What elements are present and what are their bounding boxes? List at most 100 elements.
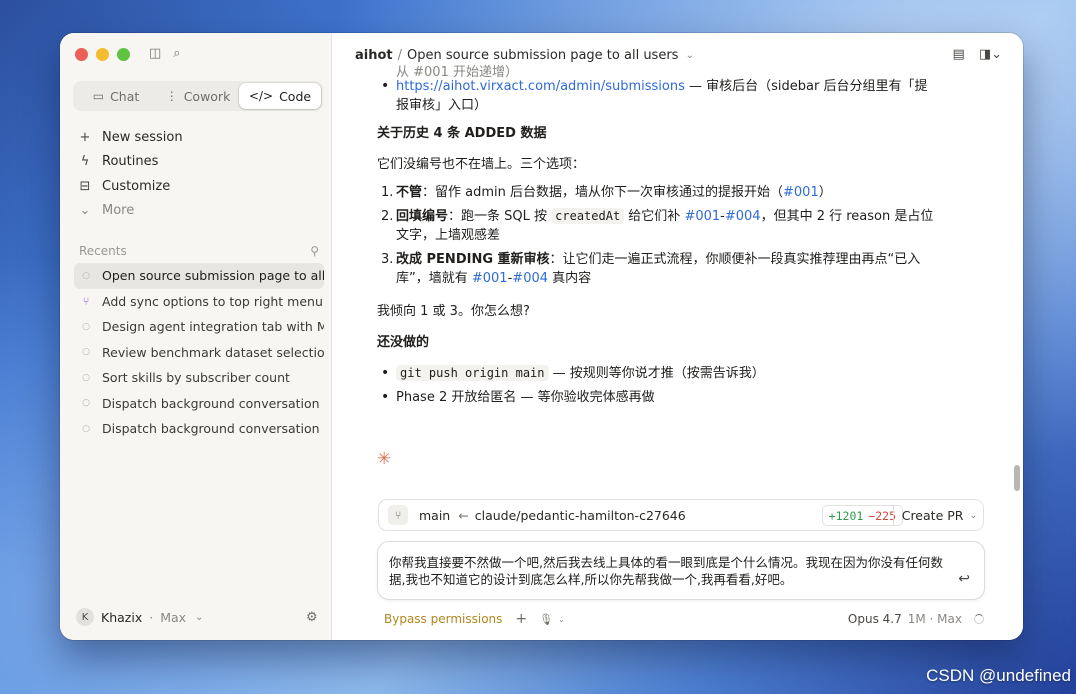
recent-item[interactable]: ○ Dispatch background conversation [74, 391, 324, 417]
topbar-actions: ▤ ◨⌄ [953, 47, 1002, 62]
main-panel: aihot / Open source submission page to a… [332, 33, 1023, 640]
branch-status-bar: ⑂ main ← claude/pedantic-hamilton-c27646… [378, 499, 984, 531]
create-pr-button[interactable]: Create PR ⌄ [892, 505, 977, 526]
briefcase-icon: ⊟ [79, 178, 91, 194]
plus-icon[interactable]: + [515, 611, 527, 627]
section-heading: 还没做的 [377, 335, 430, 350]
list-item-text: — 按规则等你说才推（按需告诉我） [548, 366, 765, 381]
microphone-icon[interactable]: 🎙 [539, 613, 553, 626]
issue-link[interactable]: #001 [684, 209, 720, 224]
paragraph: 它们没编号也不在墙上。三个选项： [377, 157, 586, 172]
sidebar-item-new-session[interactable]: + New session [78, 125, 318, 150]
dot-icon: ○ [82, 347, 90, 358]
recent-item-label: Review benchmark dataset selection [102, 344, 324, 360]
app-window: ◫ ⌕ ▭ Chat ⋮ Cowork </> Code + New sessi… [60, 33, 1023, 640]
recent-item[interactable]: ○ Open source submission page to all use… [74, 263, 324, 289]
assistant-message: 从 #001 开始递增） https://aihot.virxact.com/a… [377, 65, 937, 407]
search-icon[interactable]: ⌕ [173, 46, 180, 61]
option-title: 改成 PENDING 重新审核 [396, 252, 550, 267]
list-item: 3. 改成 PENDING 重新审核：让它们走一遍正式流程，你顺便补一段真实推荐理… [377, 250, 937, 288]
recents-header: Recents ⚲ [79, 244, 319, 258]
pull-request-icon: ⑂ [388, 505, 408, 525]
tab-code[interactable]: </> Code [239, 83, 321, 109]
inline-code: git push origin main [396, 365, 549, 381]
sidebar-item-label: Customize [102, 178, 171, 194]
list-number: 2. [381, 209, 394, 224]
tab-chat[interactable]: ▭ Chat [75, 83, 157, 109]
diff-stats[interactable]: +1201 −225 [821, 505, 903, 526]
sidebar-item-customize[interactable]: ⊟ Customize [78, 174, 318, 199]
recent-item[interactable]: ○ Design agent integration tab with MCP [74, 314, 324, 340]
sidebar-toggle-icon[interactable]: ◫ [149, 46, 161, 61]
user-menu[interactable]: K Khazix · Max ⌄ [76, 608, 203, 626]
model-selector[interactable]: Opus 4.7 1M · Max [848, 612, 984, 626]
sidebar: ◫ ⌕ ▭ Chat ⋮ Cowork </> Code + New sessi… [60, 33, 332, 640]
issue-link[interactable]: #004 [725, 209, 761, 224]
cowork-icon: ⋮ [165, 89, 178, 103]
watermark: CSDN @undefined [926, 666, 1071, 685]
todo-list: git push origin main — 按规则等你说才推（按需告诉我） P… [377, 364, 937, 407]
option-text: ：留作 admin 后台数据，墙从你下一次审核通过的提报开始（ [422, 185, 784, 200]
recent-item[interactable]: ○ Review benchmark dataset selection [74, 340, 324, 366]
recent-item[interactable]: ○ Dispatch background conversation [74, 416, 324, 442]
create-pr-label: Create PR [901, 508, 964, 523]
window-controls [75, 48, 130, 61]
prompt-input[interactable]: 你帮我直接要不然做一个吧,然后我去线上具体的看一眼到底是个什么情况。我现在因为你… [377, 541, 985, 600]
chevron-down-icon: ⌄ [79, 203, 91, 219]
list-number: 1. [381, 185, 394, 200]
option-text: 真内容 [548, 271, 592, 286]
settings-icon[interactable]: ⚙ [306, 610, 318, 625]
list-item-text: Phase 2 开放给匿名 — 等你验收完体感再做 [396, 390, 655, 405]
tab-chat-label: Chat [110, 88, 140, 104]
avatar: K [76, 608, 94, 626]
sidebar-item-more[interactable]: ⌄ More [78, 199, 318, 224]
chevron-down-icon[interactable]: ⌄ [685, 50, 693, 61]
issue-link[interactable]: #001 [783, 185, 819, 200]
branch-icon: ⑂ [82, 294, 90, 308]
project-name[interactable]: aihot [355, 48, 393, 63]
code-brackets-icon: </> [248, 89, 274, 103]
lightning-icon: ϟ [80, 154, 90, 170]
chevron-down-icon[interactable]: ⌄ [969, 511, 977, 521]
inline-code: createdAt [551, 208, 625, 224]
chevron-down-icon[interactable]: ⌄ [558, 615, 565, 624]
close-window-button[interactable] [75, 48, 88, 61]
issue-link[interactable]: #004 [512, 271, 548, 286]
session-title[interactable]: Open source submission page to all users [407, 48, 678, 63]
recent-item-label: Sort skills by subscriber count [102, 370, 290, 386]
recent-item[interactable]: ○ Sort skills by subscriber count [74, 365, 324, 391]
minimize-window-button[interactable] [96, 48, 109, 61]
list-item: 1. 不管：留作 admin 后台数据，墙从你下一次审核通过的提报开始（#001） [377, 183, 937, 202]
options-list: 1. 不管：留作 admin 后台数据，墙从你下一次审核通过的提报开始（#001）… [377, 183, 937, 288]
dot-icon: ○ [82, 321, 90, 332]
recent-item-label: Dispatch background conversation [102, 395, 320, 411]
head-branch: claude/pedantic-hamilton-c27646 [474, 507, 686, 523]
scrollbar[interactable] [1014, 465, 1020, 491]
chevron-down-icon: ⌄ [195, 611, 204, 623]
tab-code-label: Code [279, 88, 312, 104]
tab-cowork[interactable]: ⋮ Cowork [157, 83, 239, 109]
list-item: Phase 2 开放给匿名 — 等你验收完体感再做 [377, 388, 937, 407]
recent-item[interactable]: ⑂ Add sync options to top right menu [74, 289, 324, 315]
option-text: ：跑一条 SQL 按 [448, 209, 552, 224]
sidebar-item-routines[interactable]: ϟ Routines [78, 150, 318, 175]
list-number: 3. [381, 252, 394, 267]
maximize-window-button[interactable] [117, 48, 130, 61]
issue-link[interactable]: #001 [472, 271, 508, 286]
sidebar-tools: ◫ ⌕ [149, 46, 181, 61]
list-item: https://aihot.virxact.com/admin/submissi… [377, 77, 937, 115]
section-heading: 关于历史 4 条 ADDED 数据 [377, 126, 547, 141]
recent-item-label: Open source submission page to all users [102, 268, 324, 284]
admin-submissions-link[interactable]: https://aihot.virxact.com/admin/submissi… [396, 79, 685, 94]
permissions-mode-button[interactable]: Bypass permissions [384, 612, 502, 626]
prompt-text: 你帮我直接要不然做一个吧,然后我去线上具体的看一眼到底是个什么情况。我现在因为你… [389, 555, 943, 587]
context-info: 1M · Max [907, 612, 962, 626]
send-icon[interactable]: ↩ [958, 571, 970, 588]
notes-icon[interactable]: ▤ [953, 47, 965, 62]
sidebar-menu: + New session ϟ Routines ⊟ Customize ⌄ M… [78, 125, 318, 223]
user-plan: Max [160, 609, 187, 625]
user-name: Khazix [101, 609, 143, 625]
list-item: git push origin main — 按规则等你说才推（按需告诉我） [377, 364, 937, 383]
filter-icon[interactable]: ⚲ [310, 244, 319, 258]
panel-toggle-icon[interactable]: ◨⌄ [979, 47, 1002, 62]
